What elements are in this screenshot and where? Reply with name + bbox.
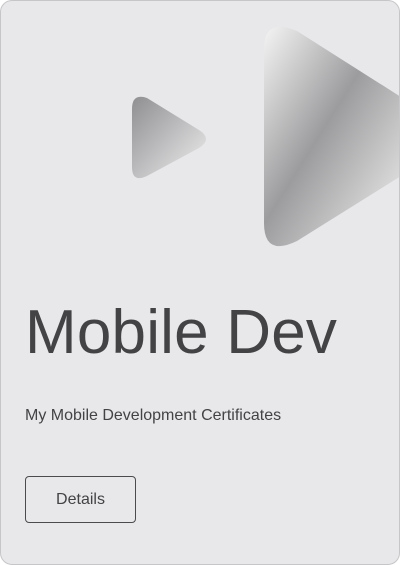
card-subtitle: My Mobile Development Certificates bbox=[25, 407, 282, 424]
small-play-icon bbox=[132, 96, 206, 179]
certificate-card: Mobile Dev My Mobile Development Certifi… bbox=[0, 0, 400, 565]
card-title: Mobile Dev bbox=[25, 298, 338, 367]
large-play-icon bbox=[264, 26, 399, 246]
play-icons-artwork bbox=[132, 26, 399, 246]
details-button[interactable]: Details bbox=[25, 476, 136, 523]
